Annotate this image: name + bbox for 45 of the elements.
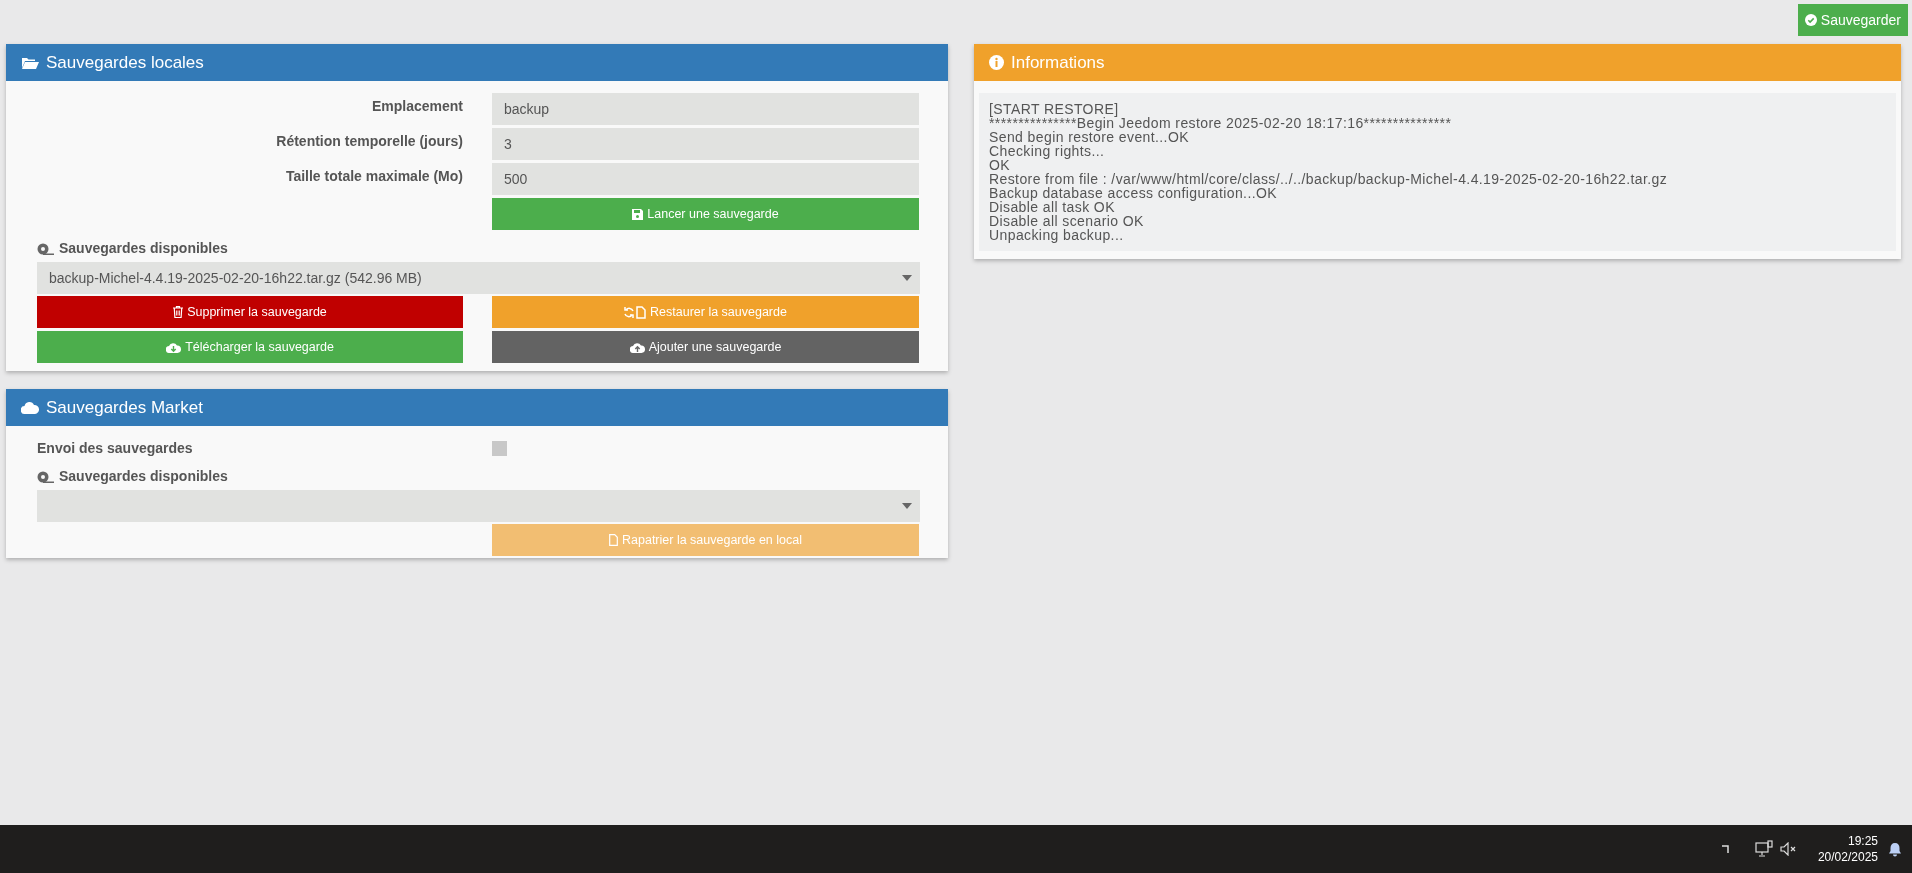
field-label: Envoi des sauvegardes xyxy=(37,439,194,458)
text-field[interactable]: 3 xyxy=(492,128,919,160)
refresh-file-icon xyxy=(624,305,647,319)
log-line: Unpacking backup... xyxy=(989,228,1125,242)
caret-icon xyxy=(902,503,912,509)
log-line: Restore from file : /var/www/html/core/class/../../backup/backup-Michel-4.4.19-2025-02-20-16h22.tar.gz xyxy=(989,172,1669,186)
backup-select[interactable]: backup-Michel-4.4.19-2025-02-20-16h22.tar.gz (542.96 MB) xyxy=(37,262,920,294)
text-field[interactable]: 500 xyxy=(492,163,919,195)
section-label: Sauvegardes disponibles xyxy=(59,239,228,258)
section-label: Sauvegardes disponibles xyxy=(59,467,228,486)
tape-reel-icon xyxy=(37,470,55,483)
log-line: Backup database access configuration...OK xyxy=(989,186,1277,200)
text-field[interactable]: backup xyxy=(492,93,919,125)
upload-backup-button[interactable]: Ajouter une sauvegarde xyxy=(492,331,919,363)
bell-icon[interactable] xyxy=(1888,841,1902,857)
log-line: OK xyxy=(989,158,1011,172)
clock-date: 20/02/2025 xyxy=(1817,849,1878,865)
folder-icon xyxy=(21,55,39,70)
panel-title: Sauvegardes Market xyxy=(46,396,203,419)
info-icon xyxy=(989,55,1004,70)
field-label: Taille totale maximale (Mo) xyxy=(285,167,463,186)
cloud-icon xyxy=(21,401,39,414)
log-line: Disable all task OK xyxy=(989,200,1116,214)
network-icon[interactable] xyxy=(1754,840,1773,858)
log-line: Disable all scenario OK xyxy=(989,214,1145,228)
clock-time: 19:25 xyxy=(1847,833,1878,849)
field-label: Rétention temporelle (jours) xyxy=(276,132,463,151)
caret-icon xyxy=(902,275,912,281)
cloud-download-icon xyxy=(166,341,182,353)
file-icon xyxy=(609,534,618,546)
send-checkbox[interactable] xyxy=(492,441,507,456)
tape-reel-icon xyxy=(37,242,55,255)
log-line: Send begin restore event...OK xyxy=(989,130,1190,144)
panel-title: Sauvegardes locales xyxy=(46,51,204,74)
cloud-upload-icon xyxy=(629,341,645,353)
check-circle-icon xyxy=(1804,14,1817,26)
panel-title: Informations xyxy=(1011,51,1105,74)
trash-icon xyxy=(173,306,184,318)
delete-backup-button[interactable]: Supprimer la sauvegarde xyxy=(37,296,463,328)
muted-speaker-icon[interactable] xyxy=(1779,842,1798,856)
log-line: Checking rights... xyxy=(989,144,1106,158)
log-line: [START RESTORE] xyxy=(989,102,1119,116)
log-line: ***************Begin Jeedom restore 2025-02-20 18:17:16*************** xyxy=(989,116,1453,130)
chevron-icon[interactable] xyxy=(1720,844,1731,854)
field-label: Emplacement xyxy=(371,97,463,116)
